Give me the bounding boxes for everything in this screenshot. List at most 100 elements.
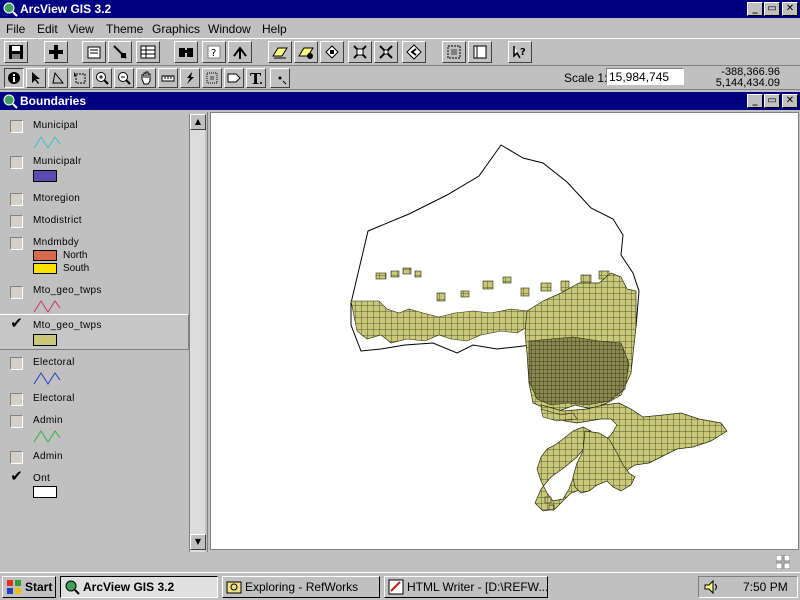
text-icon: T bbox=[250, 71, 262, 85]
theme-checkbox[interactable] bbox=[10, 357, 23, 370]
locate-address-button[interactable] bbox=[228, 41, 252, 63]
menu-help[interactable]: Help bbox=[262, 22, 287, 36]
add-theme-button[interactable] bbox=[44, 41, 68, 63]
theme-checkbox[interactable] bbox=[10, 156, 23, 169]
theme-admin[interactable]: Admin bbox=[0, 448, 189, 468]
help-icon: ? bbox=[513, 46, 526, 59]
theme-name: Mto_geo_twps bbox=[33, 285, 102, 296]
clock[interactable]: 7:50 PM bbox=[743, 580, 788, 594]
add-theme-icon bbox=[49, 45, 63, 59]
task-refworks[interactable]: Exploring - RefWorks bbox=[222, 576, 380, 598]
pan-tool[interactable] bbox=[136, 68, 156, 88]
pan-icon bbox=[141, 71, 151, 85]
theme-checkbox[interactable] bbox=[10, 286, 23, 299]
save-icon bbox=[9, 45, 23, 59]
save-button[interactable] bbox=[4, 41, 28, 63]
open-table-icon bbox=[140, 45, 156, 59]
app-restore-button[interactable]: ▭ bbox=[764, 2, 780, 16]
theme-mtodistrict[interactable]: Mtodistrict bbox=[0, 212, 189, 232]
select-feature-tool[interactable] bbox=[70, 68, 90, 88]
theme-checkbox[interactable] bbox=[10, 451, 23, 464]
theme-admin-line[interactable]: Admin bbox=[0, 412, 189, 448]
theme-checkbox[interactable] bbox=[10, 393, 23, 406]
theme-checkbox[interactable] bbox=[10, 120, 23, 133]
theme-checkbox[interactable] bbox=[10, 215, 23, 228]
theme-mto-geo-twps-fill[interactable]: ✔ Mto_geo_twps bbox=[0, 314, 189, 350]
zoom-full-extent-button[interactable] bbox=[374, 41, 398, 63]
scroll-down-button[interactable]: ▼ bbox=[190, 534, 206, 550]
line-symbol-icon bbox=[33, 372, 61, 385]
app-close-button[interactable]: ✕ bbox=[782, 2, 798, 16]
menu-view[interactable]: View bbox=[68, 22, 94, 36]
view-titlebar[interactable]: Boundaries _ ▭ ✕ bbox=[0, 92, 800, 110]
edit-legend-button[interactable] bbox=[108, 41, 132, 63]
scroll-up-button[interactable]: ▲ bbox=[190, 114, 206, 130]
select-by-theme-button[interactable] bbox=[294, 41, 318, 63]
layout-button[interactable] bbox=[442, 41, 466, 63]
view-minimize-button[interactable]: _ bbox=[747, 94, 763, 108]
vertex-edit-tool[interactable] bbox=[48, 68, 68, 88]
theme-checkbox[interactable] bbox=[10, 193, 23, 206]
draw-point-tool[interactable] bbox=[270, 68, 290, 88]
zoom-selected-button[interactable] bbox=[320, 41, 344, 63]
theme-ont[interactable]: ✔ Ont bbox=[0, 469, 189, 504]
theme-mtoregion[interactable]: Mtoregion bbox=[0, 190, 189, 210]
theme-mndmbdy[interactable]: Mndmbdy North South bbox=[0, 234, 189, 282]
query-builder-icon: ? bbox=[207, 45, 221, 59]
menu-edit[interactable]: Edit bbox=[37, 22, 58, 36]
identify-tool[interactable] bbox=[4, 68, 24, 88]
select-feature-icon bbox=[74, 72, 86, 84]
label-tool[interactable] bbox=[224, 68, 244, 88]
measure-tool[interactable] bbox=[158, 68, 178, 88]
menu-window[interactable]: Window bbox=[208, 22, 251, 36]
scale-label: Scale 1: bbox=[564, 71, 608, 85]
theme-checkbox[interactable] bbox=[10, 415, 23, 428]
resize-grip-icon[interactable] bbox=[776, 555, 790, 569]
open-table-button[interactable] bbox=[136, 41, 160, 63]
area-of-interest-tool[interactable] bbox=[202, 68, 222, 88]
view-restore-button[interactable]: ▭ bbox=[764, 94, 780, 108]
app-titlebar[interactable]: ArcView GIS 3.2 _ ▭ ✕ bbox=[0, 0, 800, 18]
zoom-out-tool[interactable] bbox=[114, 68, 134, 88]
select-all-button[interactable] bbox=[268, 41, 292, 63]
start-button[interactable]: Start bbox=[2, 576, 56, 598]
theme-municipalr[interactable]: Municipalr bbox=[0, 152, 189, 186]
theme-name: Admin bbox=[33, 451, 63, 462]
area-of-interest-icon bbox=[206, 72, 218, 84]
view-globe-icon bbox=[3, 94, 18, 109]
theme-checkbox-checked[interactable]: ✔ bbox=[10, 469, 23, 484]
theme-mto-geo-twps-line[interactable]: Mto_geo_twps bbox=[0, 282, 189, 318]
toc-scrollbar[interactable]: ▲ ▼ bbox=[189, 114, 206, 552]
theme-properties-button[interactable] bbox=[82, 41, 106, 63]
theme-checkbox[interactable] bbox=[10, 237, 23, 250]
clear-selection-icon bbox=[353, 45, 367, 59]
theme-electoral-line[interactable]: Electoral bbox=[0, 354, 189, 390]
zoom-in-tool[interactable] bbox=[92, 68, 112, 88]
theme-municipal[interactable]: Municipal bbox=[0, 116, 189, 152]
app-minimize-button[interactable]: _ bbox=[747, 2, 763, 16]
theme-checkbox-checked[interactable]: ✔ bbox=[10, 316, 23, 331]
toggle-panel-button[interactable] bbox=[468, 41, 492, 63]
zoom-previous-button[interactable] bbox=[402, 41, 426, 63]
theme-electoral[interactable]: Electoral bbox=[0, 390, 189, 410]
pointer-tool[interactable] bbox=[26, 68, 46, 88]
menu-theme[interactable]: Theme bbox=[106, 22, 143, 36]
view-close-button[interactable]: ✕ bbox=[782, 94, 798, 108]
task-arcview[interactable]: ArcView GIS 3.2 bbox=[60, 576, 218, 598]
speaker-icon[interactable] bbox=[703, 579, 721, 595]
find-button[interactable] bbox=[174, 41, 198, 63]
task-html-writer[interactable]: HTML Writer - [D:\REFW... bbox=[384, 576, 548, 598]
help-button[interactable]: ? bbox=[508, 41, 532, 63]
map-display[interactable] bbox=[210, 112, 799, 550]
query-builder-button[interactable]: ? bbox=[202, 41, 226, 63]
text-tool[interactable]: T bbox=[246, 68, 266, 88]
coord-y: 5,144,434.09 bbox=[715, 77, 780, 89]
scale-input[interactable] bbox=[606, 68, 684, 85]
hotlink-tool[interactable] bbox=[180, 68, 200, 88]
zoom-previous-icon bbox=[406, 44, 422, 60]
vertex-edit-icon bbox=[52, 71, 65, 84]
zoom-selected-icon bbox=[325, 45, 339, 59]
menu-file[interactable]: File bbox=[6, 22, 25, 36]
menu-graphics[interactable]: Graphics bbox=[152, 22, 200, 36]
clear-selection-button[interactable] bbox=[348, 41, 372, 63]
